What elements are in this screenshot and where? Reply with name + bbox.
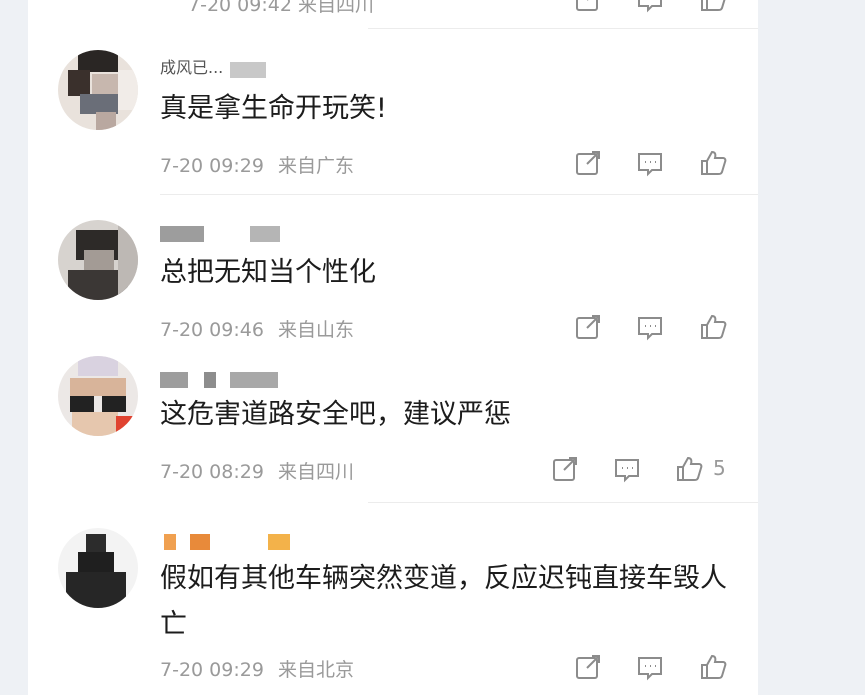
comment-meta: 7-20 09:29 来自北京 (160, 655, 362, 682)
avatar[interactable] (58, 50, 138, 130)
comment-meta: 7-20 09:29 来自广东 (160, 151, 362, 178)
comment-icon[interactable] (612, 454, 646, 488)
comment-date: 7-20 08:29 (160, 461, 264, 483)
comment-text: 假如有其他车辆突然变道，反应迟钝直接车毁人亡 (160, 563, 727, 640)
divider (368, 502, 758, 503)
comment-text: 总把无知当个性化 (160, 257, 376, 288)
like-icon[interactable] (674, 454, 708, 488)
username[interactable]: 成风已... (160, 58, 300, 80)
comment-list-panel: 7-20 09:42 来自四川 成风已... 真是拿生命开玩笑! 7-20 09… (28, 0, 758, 695)
comment-icon[interactable] (635, 0, 669, 18)
share-icon[interactable] (573, 148, 607, 182)
share-icon[interactable] (573, 652, 607, 686)
comment-actions (573, 312, 733, 346)
avatar[interactable] (58, 356, 138, 436)
comment-actions (573, 148, 733, 182)
comment-icon[interactable] (635, 652, 669, 686)
comment-meta: 7-20 09:46 来自山东 (160, 315, 362, 342)
username[interactable] (160, 368, 310, 390)
comment-text: 这危害道路安全吧，建议严惩 (160, 399, 511, 430)
comment-item: 这危害道路安全吧，建议严惩 7-20 08:29 来自四川 5 (28, 356, 758, 506)
comment-location: 来自广东 (277, 155, 354, 177)
comment-item: 假如有其他车辆突然变道，反应迟钝直接车毁人亡 7-20 09:29 来自北京 (28, 520, 758, 695)
like-icon[interactable] (698, 148, 732, 182)
share-icon[interactable] (550, 454, 584, 488)
top-comment-meta: 7-20 09:42 来自四川 (188, 0, 374, 17)
comment-text: 真是拿生命开玩笑! (160, 93, 387, 124)
comment-item: 总把无知当个性化 7-20 09:46 来自山东 (28, 212, 758, 362)
comment-location: 来自山东 (277, 319, 354, 341)
comment-location: 来自四川 (277, 461, 354, 483)
username[interactable] (160, 530, 320, 552)
comment-item: 成风已... 真是拿生命开玩笑! 7-20 09:29 来自广东 (28, 48, 758, 198)
divider (160, 194, 758, 195)
like-icon[interactable] (698, 652, 732, 686)
username[interactable] (160, 222, 300, 244)
divider (368, 28, 758, 29)
avatar[interactable] (58, 220, 138, 300)
comment-actions (573, 652, 733, 686)
comment-date: 7-20 09:46 (160, 319, 264, 341)
comment-date: 7-20 09:29 (160, 155, 264, 177)
share-icon[interactable] (573, 312, 607, 346)
comment-location: 来自四川 (297, 0, 374, 16)
top-comment-actions (573, 0, 733, 18)
comment-meta: 7-20 08:29 来自四川 (160, 457, 362, 484)
share-icon[interactable] (573, 0, 607, 18)
comment-icon[interactable] (635, 312, 669, 346)
comment-actions: 5 (550, 454, 735, 488)
comment-date: 7-20 09:42 (188, 0, 292, 16)
comment-date: 7-20 09:29 (160, 659, 264, 681)
avatar[interactable] (58, 528, 138, 608)
like-icon[interactable] (698, 0, 732, 18)
like-icon[interactable] (698, 312, 732, 346)
comment-icon[interactable] (635, 148, 669, 182)
comment-location: 来自北京 (277, 659, 354, 681)
like-count: 5 (713, 456, 726, 480)
